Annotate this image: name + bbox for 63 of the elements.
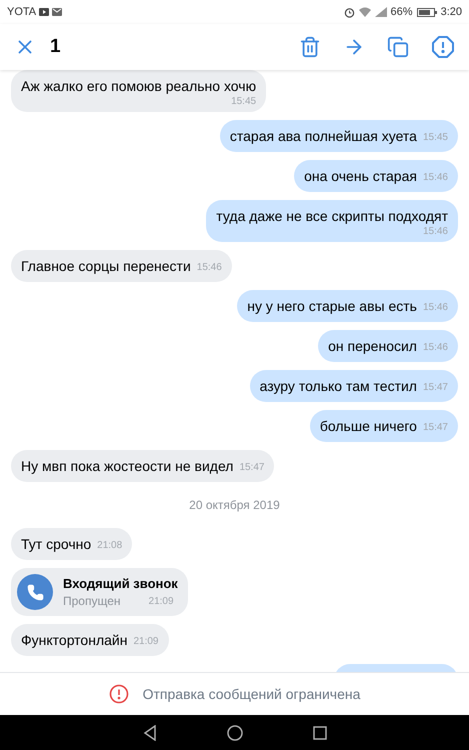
- phone-glyph-icon: [26, 584, 44, 600]
- carrier-name: YOTA: [7, 4, 36, 20]
- message-text: Тут срочно: [21, 535, 92, 553]
- clock-time: 3:20: [440, 4, 462, 20]
- message-bubble[interactable]: ну у него старые авы есть 15:46: [237, 290, 458, 322]
- restriction-text: Отправка сообщений ограничена: [142, 684, 360, 704]
- warning-icon: [108, 684, 129, 704]
- mail-icon: [52, 8, 62, 16]
- copy-icon: [387, 36, 409, 58]
- back-icon[interactable]: [142, 724, 156, 740]
- message-text: ну у него старые авы есть: [247, 297, 417, 315]
- video-icon: [39, 8, 50, 16]
- message-text: азуру только там тестил: [260, 377, 417, 395]
- message-time: 21:09: [133, 635, 158, 649]
- message-text: Ну мвп пока жостеости не видел: [21, 457, 234, 475]
- call-bubble[interactable]: Входящий звонок Пропущен 21:09: [11, 568, 188, 616]
- signal-icon: [374, 7, 387, 17]
- selected-count: 1: [50, 34, 61, 59]
- message-bubble[interactable]: больше ничего 15:47: [310, 410, 458, 442]
- call-title: Входящий звонок: [63, 575, 178, 593]
- copy-button[interactable]: [387, 36, 409, 58]
- message-bubble[interactable]: Аж жалко его помоюв реально хочю 15:45: [11, 70, 266, 112]
- trash-icon: [299, 36, 321, 58]
- message-time: 15:46: [422, 225, 448, 239]
- recents-icon[interactable]: [312, 726, 326, 740]
- message-text: Главное сорцы перенести: [21, 257, 191, 275]
- message-time: 15:45: [231, 95, 256, 109]
- message-text: Аж жалко его помоюв реально хочю: [21, 77, 256, 95]
- message-time: 15:46: [196, 261, 222, 275]
- message-text: она очень старая: [304, 167, 417, 185]
- wifi-icon: [358, 7, 371, 17]
- message-time: 15:46: [422, 171, 448, 185]
- message-time: 15:46: [422, 341, 448, 355]
- warning-icon: [431, 35, 455, 59]
- message-time: 15:45: [422, 131, 448, 145]
- message-text: старая ава полнейшая хуета: [230, 127, 417, 145]
- message-text: туда даже не все скрипты подходят: [216, 207, 448, 225]
- message-text: Функтортонлайн: [21, 631, 128, 649]
- message-bubble[interactable]: она очень старая 15:46: [294, 160, 458, 192]
- report-button[interactable]: [431, 35, 455, 59]
- alarm-icon: [344, 6, 355, 18]
- home-icon[interactable]: [226, 724, 242, 740]
- battery-icon: [416, 8, 437, 16]
- message-text: он переносил: [328, 337, 417, 355]
- message-time: 15:46: [422, 301, 448, 315]
- message-bubble[interactable]: туда даже не все скрипты подходят 15:46: [206, 200, 458, 242]
- message-bubble[interactable]: он переносил 15:46: [318, 330, 458, 362]
- message-time: 15:47: [422, 381, 448, 395]
- delete-button[interactable]: [299, 36, 321, 58]
- message-bubble[interactable]: Главное сорцы перенести 15:46: [11, 250, 232, 282]
- call-status: Пропущен: [63, 593, 121, 609]
- message-bubble[interactable]: Ну мвп пока жостеости не видел 15:47: [11, 450, 274, 482]
- battery-percent: 66%: [390, 4, 413, 20]
- message-bubble[interactable]: Функтортонлайн 21:09: [11, 624, 168, 656]
- message-text: больше ничего: [320, 417, 417, 435]
- date-divider: 20 октября 2019: [189, 497, 280, 514]
- message-bubble[interactable]: Тут срочно 21:08: [11, 528, 132, 560]
- message-time: 21:09: [148, 595, 174, 609]
- message-bubble[interactable]: старая ава полнейшая хуета 15:45: [220, 120, 458, 152]
- message-bubble[interactable]: азуру только там тестил 15:47: [250, 370, 458, 402]
- message-time: 15:47: [422, 421, 448, 435]
- message-time: 15:47: [239, 461, 264, 475]
- message-time: 21:08: [97, 539, 122, 553]
